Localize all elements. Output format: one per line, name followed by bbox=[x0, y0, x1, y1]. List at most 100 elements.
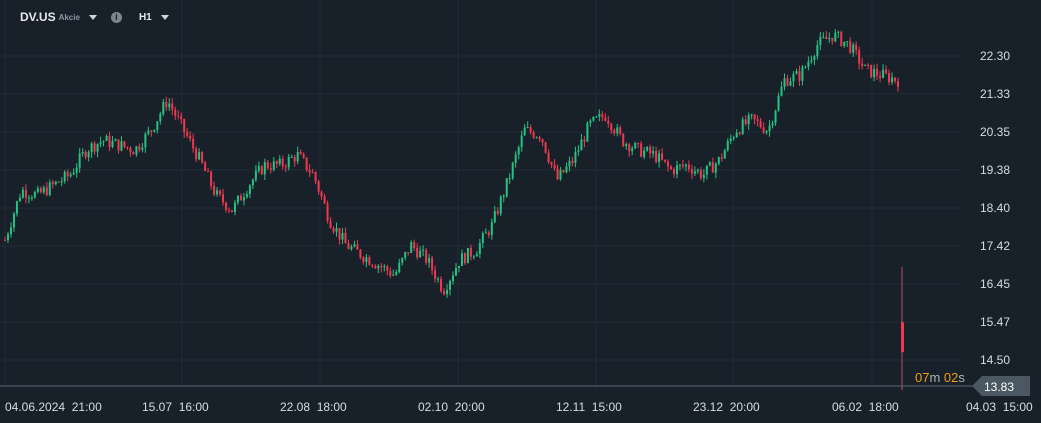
candle-body bbox=[123, 141, 126, 147]
candle-body bbox=[499, 196, 502, 214]
candle-body bbox=[472, 256, 475, 258]
candle-body bbox=[66, 171, 69, 177]
candle-body bbox=[365, 257, 368, 262]
candle-body bbox=[729, 138, 732, 141]
candle-body bbox=[329, 220, 332, 229]
candle-body bbox=[117, 139, 120, 151]
candle-body bbox=[520, 135, 523, 148]
candle-body bbox=[401, 257, 404, 263]
candle-body bbox=[159, 113, 162, 122]
candle-body bbox=[891, 77, 894, 83]
info-icon[interactable]: i bbox=[110, 11, 122, 23]
candle-body bbox=[422, 249, 425, 251]
candle-body bbox=[278, 158, 281, 164]
candle-body bbox=[410, 242, 413, 253]
candle-body bbox=[216, 190, 219, 195]
candle-body bbox=[463, 253, 466, 264]
candle-body bbox=[260, 166, 263, 175]
candle-body bbox=[876, 69, 879, 76]
candle-body bbox=[864, 64, 867, 66]
candle-body bbox=[849, 41, 852, 53]
candle-body bbox=[777, 95, 780, 111]
candle-body bbox=[553, 164, 556, 169]
candle-body bbox=[293, 156, 296, 162]
candle-body bbox=[296, 152, 299, 162]
candle-body bbox=[643, 150, 646, 157]
candle-body bbox=[81, 151, 84, 154]
candle-body bbox=[693, 171, 696, 174]
candle-body bbox=[885, 69, 888, 74]
candle-body bbox=[622, 133, 625, 147]
candle-body bbox=[347, 243, 350, 250]
candle-body bbox=[147, 130, 150, 134]
y-tick-label: 14.50 bbox=[980, 353, 1010, 367]
candle-body bbox=[496, 211, 499, 214]
candle-body bbox=[580, 139, 583, 151]
chart-header: DV.US Akcie i H1 bbox=[20, 10, 169, 24]
candle-body bbox=[774, 110, 777, 124]
candle-body bbox=[222, 194, 225, 203]
candle-body bbox=[631, 148, 634, 152]
candle-body bbox=[646, 146, 649, 151]
candle-body bbox=[708, 162, 711, 166]
candle-body bbox=[108, 135, 111, 147]
candle-body bbox=[804, 66, 807, 68]
candle-body bbox=[855, 44, 858, 51]
candle-body bbox=[263, 162, 266, 175]
candle-body bbox=[735, 132, 738, 138]
x-tick-label: 04.06.2024 21:00 bbox=[5, 400, 102, 414]
candle-body bbox=[72, 172, 75, 175]
candle-body bbox=[544, 142, 547, 153]
candle-body bbox=[661, 153, 664, 160]
candle-body bbox=[15, 201, 18, 214]
candle-body bbox=[431, 257, 434, 271]
last-candle-body bbox=[901, 322, 904, 353]
candle-body bbox=[613, 130, 616, 134]
candle-body bbox=[18, 197, 21, 202]
y-tick-label: 15.47 bbox=[980, 315, 1010, 329]
candle-body bbox=[54, 181, 57, 185]
candle-body bbox=[717, 157, 720, 164]
candle-body bbox=[795, 71, 798, 75]
candle-body bbox=[63, 171, 66, 182]
candle-body bbox=[705, 165, 708, 175]
x-tick-label: 15.07 16:00 bbox=[142, 400, 209, 414]
candle-body bbox=[227, 209, 230, 211]
candle-body bbox=[843, 41, 846, 46]
candle-body bbox=[308, 169, 311, 173]
candle-body bbox=[834, 32, 837, 42]
candle-body bbox=[374, 266, 377, 269]
price-chart[interactable]: 22.30 21.33 20.35 19.38 18.40 17.42 16.45 15.47… bbox=[0, 0, 1041, 423]
symbol-name[interactable]: DV.US bbox=[20, 10, 56, 24]
chart-container[interactable]: 22.30 21.33 20.35 19.38 18.40 17.42 16.45 15.47… bbox=[0, 0, 1041, 423]
candle-body bbox=[454, 267, 457, 276]
candle-body bbox=[732, 137, 735, 139]
candle-body bbox=[469, 248, 472, 257]
candle-body bbox=[538, 137, 541, 140]
candle-body bbox=[51, 182, 54, 185]
candle-body bbox=[801, 67, 804, 81]
candle-body bbox=[138, 146, 141, 150]
candle-body bbox=[451, 275, 454, 282]
x-tick-label: 02.10 20:00 bbox=[418, 400, 485, 414]
candle-body bbox=[57, 181, 60, 183]
timeframe-dropdown-icon[interactable] bbox=[160, 14, 169, 20]
candle-body bbox=[828, 37, 831, 40]
timeframe-select[interactable]: H1 bbox=[139, 12, 152, 23]
candle-body bbox=[870, 64, 873, 78]
candle-body bbox=[786, 78, 789, 86]
candle-body bbox=[36, 188, 39, 192]
candle-body bbox=[129, 147, 132, 153]
candle-body bbox=[284, 166, 287, 168]
candle-body bbox=[858, 50, 861, 64]
candle-body bbox=[177, 115, 180, 117]
candle-body bbox=[747, 115, 750, 125]
candle-body bbox=[248, 185, 251, 194]
candle-body bbox=[765, 131, 768, 133]
countdown-timer: 07m 02s bbox=[915, 370, 965, 385]
symbol-dropdown-icon[interactable] bbox=[88, 14, 97, 20]
candle-body bbox=[96, 143, 99, 152]
candle-body bbox=[290, 156, 293, 158]
candle-body bbox=[257, 166, 260, 171]
candle-body bbox=[245, 193, 248, 198]
